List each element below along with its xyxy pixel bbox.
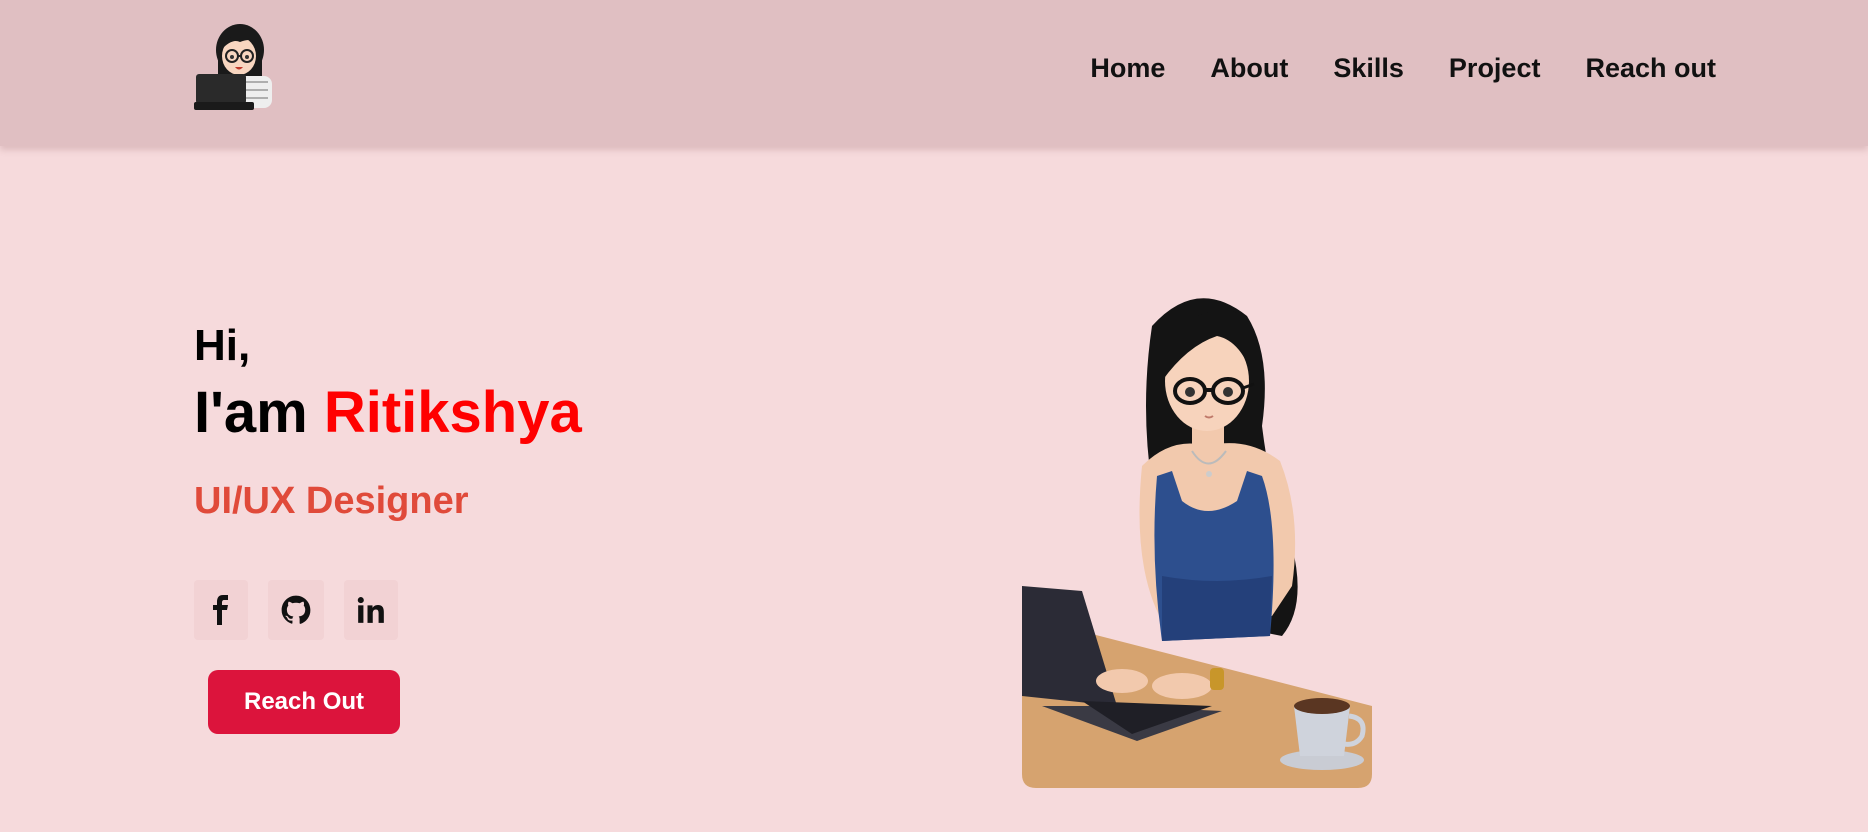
github-button[interactable] bbox=[268, 580, 324, 640]
woman-at-laptop-illustration bbox=[1022, 298, 1372, 788]
nav-home[interactable]: Home bbox=[1090, 50, 1165, 86]
nav-reach-out[interactable]: Reach out bbox=[1585, 50, 1716, 86]
hero-intro: I'am Ritikshya bbox=[194, 378, 582, 448]
social-links bbox=[194, 580, 398, 640]
linkedin-icon bbox=[357, 597, 384, 623]
logo-avatar[interactable] bbox=[194, 20, 282, 112]
nav-menu: Home About Skills Project Reach out bbox=[1090, 50, 1716, 86]
linkedin-button[interactable] bbox=[344, 580, 398, 640]
facebook-icon bbox=[213, 595, 228, 625]
avatar-logo-icon bbox=[194, 24, 272, 110]
hero-text: Hi, I'am Ritikshya UI/UX Designer bbox=[194, 318, 582, 524]
nav-about[interactable]: About bbox=[1210, 50, 1288, 86]
reach-out-button[interactable]: Reach Out bbox=[208, 670, 400, 734]
hero-name: Ritikshya bbox=[323, 380, 582, 445]
nav-skills[interactable]: Skills bbox=[1333, 50, 1404, 86]
github-icon bbox=[281, 595, 311, 624]
hero-intro-prefix: I'am bbox=[194, 380, 324, 445]
nav-project[interactable]: Project bbox=[1449, 50, 1541, 86]
facebook-button[interactable] bbox=[194, 580, 248, 640]
hero-role: UI/UX Designer bbox=[194, 480, 469, 522]
navbar: Home About Skills Project Reach out bbox=[0, 0, 1868, 146]
hero-illustration bbox=[1022, 286, 1372, 788]
hero-greeting: Hi, bbox=[194, 321, 251, 370]
